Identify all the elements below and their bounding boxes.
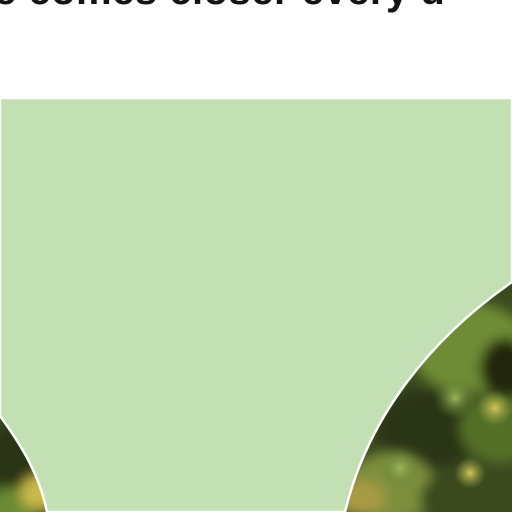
foliage-photo bbox=[0, 98, 512, 512]
photo-card bbox=[0, 98, 512, 512]
page: e comes closer every d bbox=[0, 0, 512, 512]
headline-text: e comes closer every d bbox=[0, 0, 445, 12]
